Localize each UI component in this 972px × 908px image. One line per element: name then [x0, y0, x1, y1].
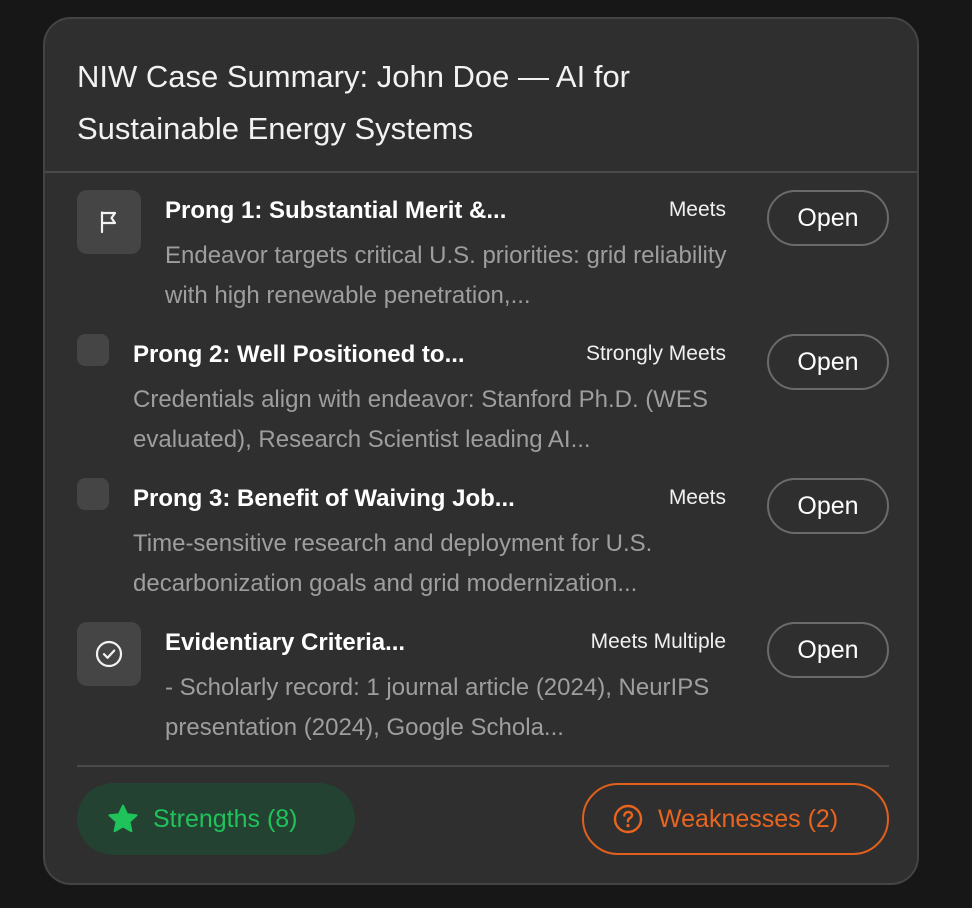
criterion-description: Credentials align with endeavor: Stanfor…	[133, 386, 708, 453]
case-summary-card: NIW Case Summary: John Doe — AI for Sust…	[43, 17, 919, 885]
criterion-status: Strongly Meets	[585, 342, 726, 365]
star-icon	[107, 803, 139, 835]
question-circle-icon	[612, 803, 644, 835]
weaknesses-button[interactable]: Weaknesses (2)	[582, 783, 889, 855]
strengths-button[interactable]: Strengths (8)	[77, 783, 355, 855]
criterion-description: Endeavor targets critical U.S. prioritie…	[165, 242, 727, 309]
criterion-title: Prong 3: Benefit of Waiving Job...	[133, 485, 515, 512]
card-header: NIW Case Summary: John Doe — AI for Sust…	[45, 19, 917, 173]
criterion-row-prong-2: Prong 2: Well Positioned to... Strongly …	[45, 334, 917, 478]
weaknesses-label: Weaknesses (2)	[658, 804, 839, 833]
criterion-description: Time-sensitive research and deployment f…	[133, 530, 653, 597]
open-button[interactable]: Open	[767, 478, 889, 534]
status-indicator	[77, 334, 109, 366]
criterion-status: Meets	[668, 198, 726, 221]
flag-icon	[77, 190, 141, 254]
criterion-status: Meets Multiple	[590, 630, 726, 653]
criterion-status: Meets	[668, 486, 726, 509]
open-button[interactable]: Open	[767, 334, 889, 390]
check-circle-icon	[77, 622, 141, 686]
card-title: NIW Case Summary: John Doe — AI for Sust…	[77, 59, 631, 146]
criterion-description: - Scholarly record: 1 journal article (2…	[165, 674, 710, 741]
footer-divider	[77, 765, 889, 767]
criterion-title: Prong 1: Substantial Merit &...	[165, 197, 507, 224]
open-button[interactable]: Open	[767, 190, 889, 246]
strengths-label: Strengths (8)	[153, 804, 298, 833]
criterion-title: Evidentiary Criteria...	[165, 629, 406, 656]
criterion-row-prong-3: Prong 3: Benefit of Waiving Job... Meets…	[45, 478, 917, 622]
open-button[interactable]: Open	[767, 622, 889, 678]
criterion-row-evidentiary: Evidentiary Criteria... Meets Multiple -…	[45, 622, 917, 766]
criterion-title: Prong 2: Well Positioned to...	[133, 341, 465, 368]
status-indicator	[77, 478, 109, 510]
criterion-row-prong-1: Prong 1: Substantial Merit &... Meets En…	[45, 190, 917, 334]
